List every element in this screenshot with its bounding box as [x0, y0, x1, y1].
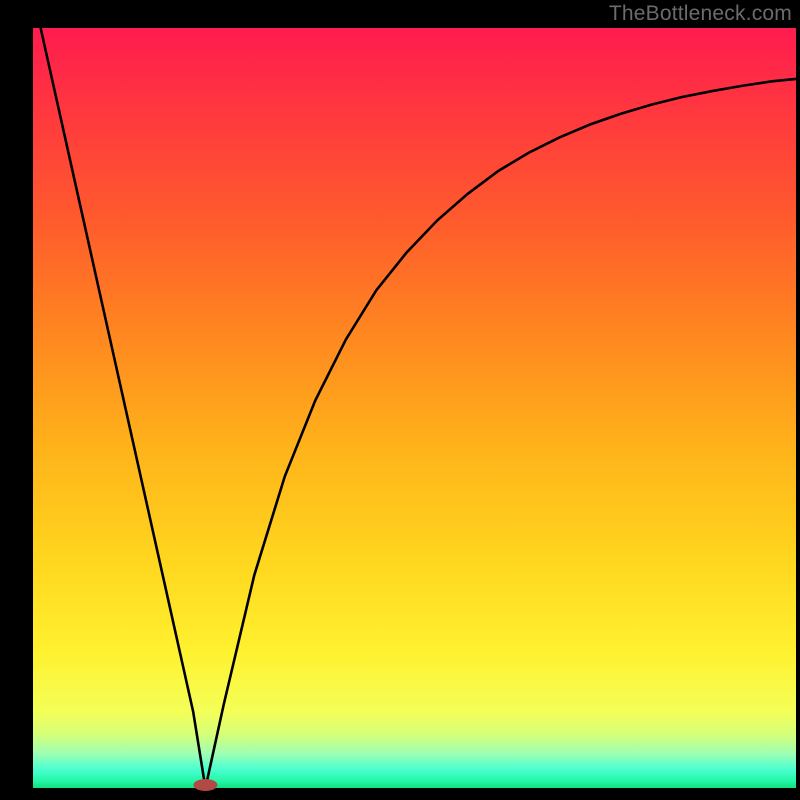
watermark-text: TheBottleneck.com: [609, 2, 792, 26]
minimum-marker: [193, 779, 217, 791]
chart-frame: TheBottleneck.com: [0, 0, 800, 800]
bottleneck-chart: [0, 0, 800, 800]
plot-background: [33, 28, 796, 788]
